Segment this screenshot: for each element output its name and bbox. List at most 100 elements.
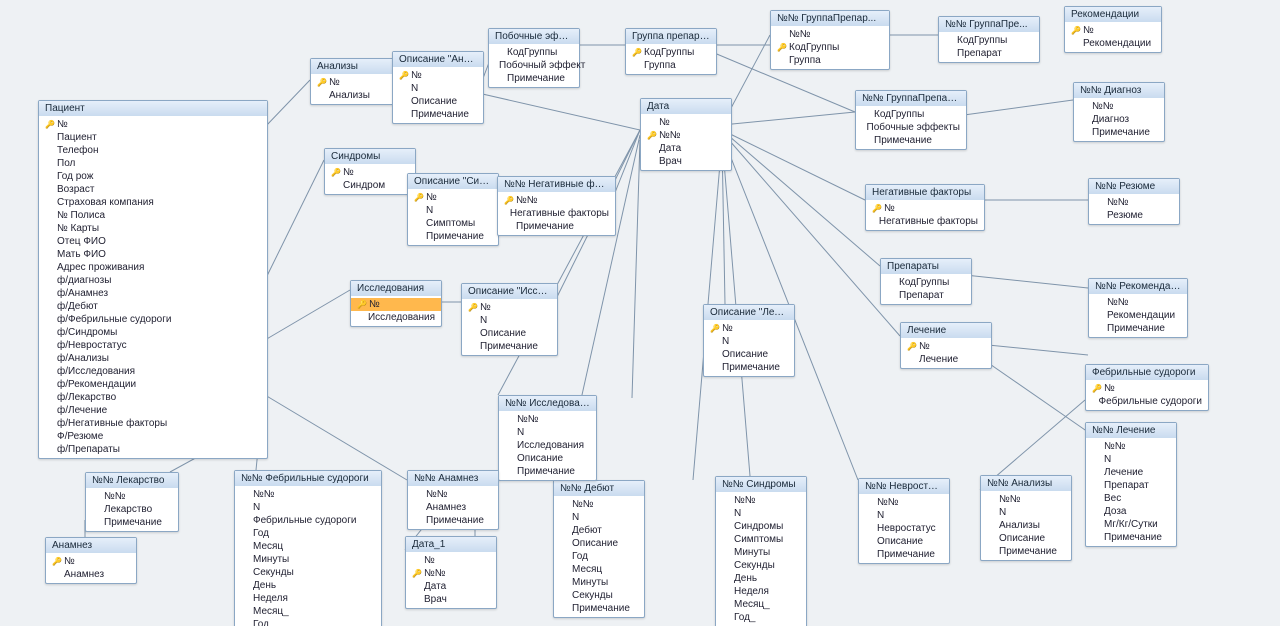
field-row[interactable]: Примечание (1074, 126, 1164, 139)
field-row[interactable]: 🔑№ (393, 69, 483, 82)
table-diag-nn[interactable]: №№ Диагноз№№ДиагнозПримечание (1073, 82, 1165, 142)
field-row[interactable]: ф/Невростатус (39, 339, 267, 352)
field-row[interactable]: Негативные факторы (498, 207, 615, 220)
field-row[interactable]: №№ (499, 413, 596, 426)
field-row[interactable]: Дата (406, 580, 496, 593)
field-row[interactable]: Описание (981, 532, 1071, 545)
field-row[interactable]: ф/Препараты (39, 443, 267, 456)
field-row[interactable]: Примечание (462, 340, 557, 353)
field-row[interactable]: Дебют (554, 524, 644, 537)
table-research[interactable]: Исследования🔑№Исследования (350, 280, 442, 327)
field-row[interactable]: Примечание (1089, 322, 1187, 335)
field-row[interactable]: Секунды (235, 566, 381, 579)
field-row[interactable]: Описание (393, 95, 483, 108)
field-row[interactable]: Описание (554, 537, 644, 550)
table-resume[interactable]: №№ Резюме№№Резюме (1088, 178, 1180, 225)
field-row[interactable]: Пол (39, 157, 267, 170)
table-header[interactable]: Побочные эффекты (489, 29, 579, 44)
table-header[interactable]: №№ Анализы (981, 476, 1071, 491)
table-anamnez[interactable]: Анамнез🔑№Анамнез (45, 537, 137, 584)
table-header[interactable]: №№ Лечение (1086, 423, 1176, 438)
field-row[interactable]: 🔑№ (311, 76, 401, 89)
field-row[interactable]: Возраст (39, 183, 267, 196)
table-drugs[interactable]: ПрепаратыКодГруппыПрепарат (880, 258, 972, 305)
table-header[interactable]: №№ ГруппаПрепар... (771, 11, 889, 26)
table-date[interactable]: Дата№🔑№№ДатаВрач (640, 98, 732, 171)
table-debut-nn[interactable]: №№ Дебют№№NДебютОписаниеГодМесяцМинутыСе… (553, 480, 645, 618)
field-row[interactable]: №№ (1086, 440, 1176, 453)
field-row[interactable]: КодГруппы (856, 108, 966, 121)
field-row[interactable]: N (859, 509, 949, 522)
table-header[interactable]: Описание "Анал... (393, 52, 483, 67)
field-row[interactable]: Мг/Кг/Сутки (1086, 518, 1176, 531)
field-row[interactable]: Год (554, 550, 644, 563)
field-row[interactable]: N (408, 204, 498, 217)
table-patient[interactable]: Пациент🔑№ПациентТелефонПолГод рожВозраст… (38, 100, 268, 459)
field-row[interactable]: Анализы (981, 519, 1071, 532)
field-row[interactable]: N (499, 426, 596, 439)
table-neg-fact-nn[interactable]: №№ Негативные факторы🔑№№Негативные факто… (497, 176, 616, 236)
table-header[interactable]: Дата (641, 99, 731, 114)
table-header[interactable]: Группа препаратов (626, 29, 716, 44)
table-anam-nn[interactable]: №№ Анамнез№№АнамнезПримечание (407, 470, 499, 530)
field-row[interactable]: № (406, 554, 496, 567)
field-row[interactable]: Рекомендации (1089, 309, 1187, 322)
field-row[interactable]: №№ (716, 494, 806, 507)
field-row[interactable]: День (716, 572, 806, 585)
table-neg-fact[interactable]: Негативные факторы🔑№Негативные факторы (865, 184, 985, 231)
field-row[interactable]: № (641, 116, 731, 129)
field-row[interactable]: 🔑№№ (498, 194, 615, 207)
field-row[interactable]: Телефон (39, 144, 267, 157)
table-header[interactable]: №№ Резюме (1089, 179, 1179, 194)
field-row[interactable]: Пациент (39, 131, 267, 144)
field-row[interactable]: 🔑№ (1065, 24, 1161, 37)
field-row[interactable]: Врач (641, 155, 731, 168)
field-row[interactable]: №№ (771, 28, 889, 41)
table-header[interactable]: №№ Лекарство (86, 473, 178, 488)
table-research-nn[interactable]: №№ Исследования№№NИсследованияОписаниеПр… (498, 395, 597, 481)
table-header[interactable]: №№ ГруппаПре... (939, 17, 1039, 32)
field-row[interactable]: №№ (981, 493, 1071, 506)
field-row[interactable]: 🔑№ (462, 301, 557, 314)
field-row[interactable]: Симптомы (408, 217, 498, 230)
field-row[interactable]: Месяц (554, 563, 644, 576)
table-analyses[interactable]: Анализы🔑№Анализы (310, 58, 402, 105)
field-row[interactable]: 🔑№№ (406, 567, 496, 580)
field-row[interactable]: Неделя (716, 585, 806, 598)
field-row[interactable]: N (462, 314, 557, 327)
table-header[interactable]: Анализы (311, 59, 401, 74)
field-row[interactable]: Примечание (981, 545, 1071, 558)
table-header[interactable]: Описание "Синд... (408, 174, 498, 189)
field-row[interactable]: Врач (406, 593, 496, 606)
field-row[interactable]: Секунды (554, 589, 644, 602)
table-header[interactable]: №№ Дебют (554, 481, 644, 496)
table-neuro-nn[interactable]: №№ Невростатус№№NНевростатусОписаниеПрим… (858, 478, 950, 564)
field-row[interactable]: 🔑КодГруппы (626, 46, 716, 59)
field-row[interactable]: Дата (641, 142, 731, 155)
field-row[interactable]: 🔑№ (1086, 382, 1208, 395)
field-row[interactable]: Препарат (939, 47, 1039, 60)
field-row[interactable]: Побочный эффект (489, 59, 579, 72)
field-row[interactable]: Год_ (235, 618, 381, 626)
field-row[interactable]: ф/Анализы (39, 352, 267, 365)
table-header[interactable]: Рекомендации (1065, 7, 1161, 22)
field-row[interactable]: №№ (408, 488, 498, 501)
table-header[interactable]: №№ Фебрильные судороги (235, 471, 381, 486)
table-treatment[interactable]: Лечение🔑№Лечение (900, 322, 992, 369)
field-row[interactable]: № Карты (39, 222, 267, 235)
table-grp-prep-small[interactable]: №№ ГруппаПре...КодГруппыПрепарат (938, 16, 1040, 63)
field-row[interactable]: № Полиса (39, 209, 267, 222)
field-row[interactable]: Отец ФИО (39, 235, 267, 248)
field-row[interactable]: Фебрильные судороги (235, 514, 381, 527)
table-desc-synd[interactable]: Описание "Синд...🔑№NСимптомыПримечание (407, 173, 499, 246)
field-row[interactable]: Рекомендации (1065, 37, 1161, 50)
table-recs[interactable]: Рекомендации🔑№Рекомендации (1064, 6, 1162, 53)
field-row[interactable]: Примечание (554, 602, 644, 615)
field-row[interactable]: Диагноз (1074, 113, 1164, 126)
field-row[interactable]: Препарат (1086, 479, 1176, 492)
field-row[interactable]: Группа (626, 59, 716, 72)
table-header[interactable]: Описание "Исследова... (462, 284, 557, 299)
field-row[interactable]: Синдромы (716, 520, 806, 533)
field-row[interactable]: Описание (704, 348, 794, 361)
table-side-eff[interactable]: Побочные эффектыКодГруппыПобочный эффект… (488, 28, 580, 88)
